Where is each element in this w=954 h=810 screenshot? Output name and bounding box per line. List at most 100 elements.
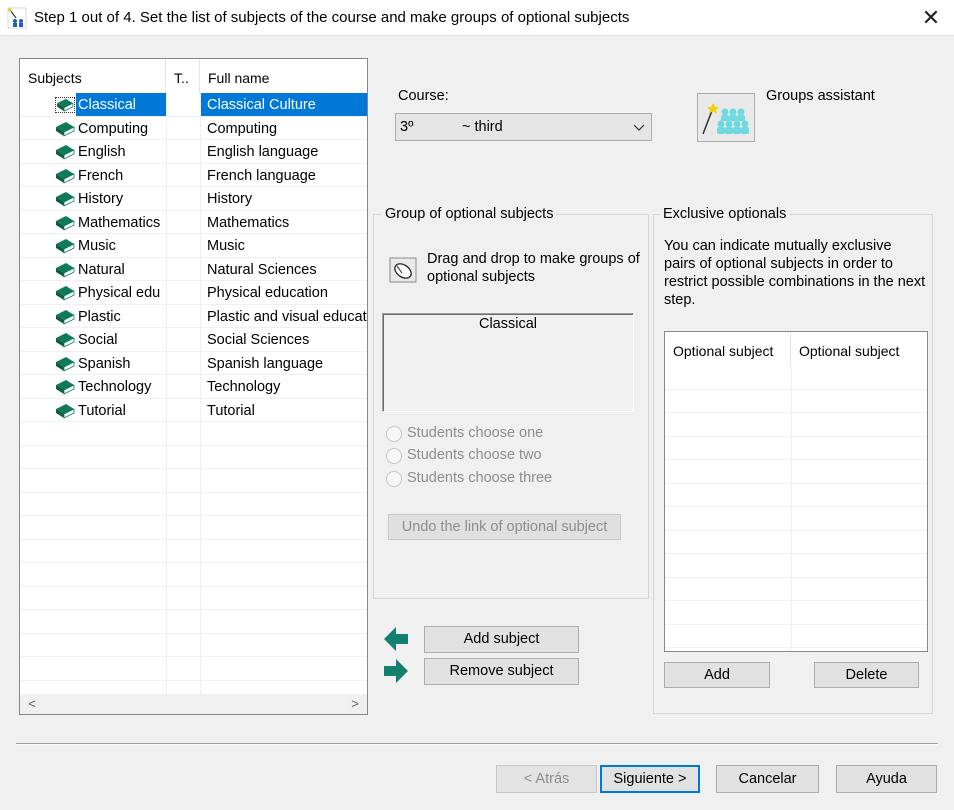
full-name-cell: Physical education [207, 285, 328, 301]
type-cell [167, 328, 200, 351]
table-row[interactable]: Plastic Plastic and visual educat [20, 305, 367, 328]
subject-cell: Mathematics [78, 214, 161, 231]
radio-circle[interactable] [386, 448, 402, 464]
book-icon [56, 145, 75, 160]
table-row[interactable]: Tutorial Tutorial [20, 399, 367, 422]
empty-row [20, 446, 367, 469]
empty-row [665, 507, 927, 531]
delete-pair-button[interactable]: Delete [814, 662, 919, 688]
table-row[interactable]: English English language [20, 140, 367, 164]
type-cell [167, 375, 200, 398]
empty-row [665, 601, 927, 625]
radio-circle[interactable] [386, 426, 402, 442]
empty-row [665, 578, 927, 601]
subject-cell: Social [78, 332, 118, 348]
subject-cell: Computing [78, 120, 149, 137]
table-row[interactable]: Spanish Spanish language [20, 352, 367, 375]
book-icon [55, 97, 75, 113]
table-row[interactable]: French French language [20, 164, 367, 187]
course-select[interactable]: 3º ~ third [395, 113, 652, 141]
remove-subject-button[interactable]: Remove subject [424, 658, 579, 685]
next-button[interactable]: Siguiente > [600, 765, 700, 793]
add-pair-button[interactable]: Add [664, 662, 770, 688]
book-icon [56, 121, 75, 137]
groups-assistant-button[interactable] [697, 93, 755, 142]
column-header-optional-subject[interactable]: Optional subject [665, 332, 791, 366]
exclusive-optionals-legend: Exclusive optionals [660, 206, 790, 222]
subject-cell: French [78, 167, 124, 184]
subject-cell: English [78, 144, 126, 160]
horizontal-scrollbar[interactable]: < > [20, 694, 367, 714]
book-icon [56, 239, 75, 254]
optional-group-box[interactable]: Classical [382, 313, 634, 412]
subjects-table-header: Subjects T.. Full name [20, 59, 367, 93]
subject-cell: History [78, 191, 124, 207]
radio-circle[interactable] [386, 471, 402, 487]
type-cell [167, 93, 200, 116]
type-cell [167, 117, 200, 140]
table-row[interactable]: Computing Computing [20, 117, 367, 140]
radio-choose-two[interactable]: Students choose two [386, 446, 566, 466]
type-cell [167, 140, 200, 163]
type-cell [167, 164, 200, 187]
exclusive-optionals-description: You can indicate mutually exclusive pair… [664, 238, 926, 308]
column-header-full-name[interactable]: Full name [200, 59, 367, 93]
empty-row [20, 657, 367, 681]
table-row[interactable]: Social Social Sciences [20, 328, 367, 352]
full-name-cell: Mathematics [207, 214, 290, 231]
full-name-cell: Social Sciences [207, 332, 310, 348]
table-row[interactable]: Technology Technology [20, 375, 367, 399]
empty-row [20, 587, 367, 610]
full-name-cell: French language [207, 167, 316, 184]
subject-cell: Natural [78, 261, 125, 278]
book-icon [56, 262, 75, 278]
subjects-table[interactable]: Subjects T.. Full name Classical Classica… [19, 58, 368, 715]
table-row[interactable]: Classical Classical Culture [20, 93, 367, 117]
empty-row [665, 413, 927, 437]
course-label: Course: [398, 88, 449, 104]
empty-row [665, 531, 927, 554]
table-row[interactable]: Natural Natural Sciences [20, 258, 367, 281]
course-code: 3º [400, 119, 414, 135]
group-item[interactable]: Classical [383, 316, 633, 332]
mouse-icon [389, 257, 417, 283]
column-header-type[interactable]: T.. [166, 59, 200, 93]
empty-row [665, 484, 927, 507]
footer-separator [16, 743, 938, 745]
type-cell [167, 258, 200, 281]
arrow-right-icon[interactable] [382, 656, 410, 686]
help-button[interactable]: Ayuda [836, 765, 937, 793]
scroll-right-icon[interactable]: > [345, 694, 365, 714]
table-row[interactable]: Physical edu Physical education [20, 281, 367, 305]
radio-label: Students choose one [407, 425, 544, 441]
undo-link-button[interactable]: Undo the link of optional subject [388, 514, 621, 540]
subject-cell: Music [78, 238, 116, 254]
table-row[interactable]: History History [20, 187, 367, 211]
radio-choose-three[interactable]: Students choose three [386, 469, 576, 489]
drag-drop-hint: Drag and drop to make groups of optional… [427, 251, 640, 285]
type-cell [167, 281, 200, 304]
column-header-subjects[interactable]: Subjects [20, 59, 166, 93]
empty-row [20, 540, 367, 563]
empty-row [20, 563, 367, 587]
close-icon[interactable]: ✕ [914, 4, 948, 32]
book-icon [56, 333, 75, 348]
exclusive-pairs-table[interactable]: Optional subject Optional subject [664, 331, 928, 652]
column-header-optional-subject[interactable]: Optional subject [791, 332, 927, 366]
subject-cell: Spanish [78, 355, 131, 372]
table-row[interactable]: Music Music [20, 234, 367, 258]
full-name-cell: Tutorial [207, 402, 255, 419]
type-cell [167, 305, 200, 328]
arrow-left-icon[interactable] [382, 624, 410, 654]
book-icon [56, 380, 75, 395]
radio-choose-one[interactable]: Students choose one [386, 424, 566, 444]
empty-row [665, 366, 927, 390]
table-row[interactable]: Mathematics Mathematics [20, 211, 367, 234]
groups-assistant-icon [702, 103, 749, 135]
full-name-cell: History [207, 191, 253, 207]
back-button[interactable]: < Atrás [496, 765, 597, 793]
empty-row [665, 460, 927, 484]
scroll-left-icon[interactable]: < [22, 694, 42, 714]
add-subject-button[interactable]: Add subject [424, 626, 579, 653]
cancel-button[interactable]: Cancelar [716, 765, 819, 793]
